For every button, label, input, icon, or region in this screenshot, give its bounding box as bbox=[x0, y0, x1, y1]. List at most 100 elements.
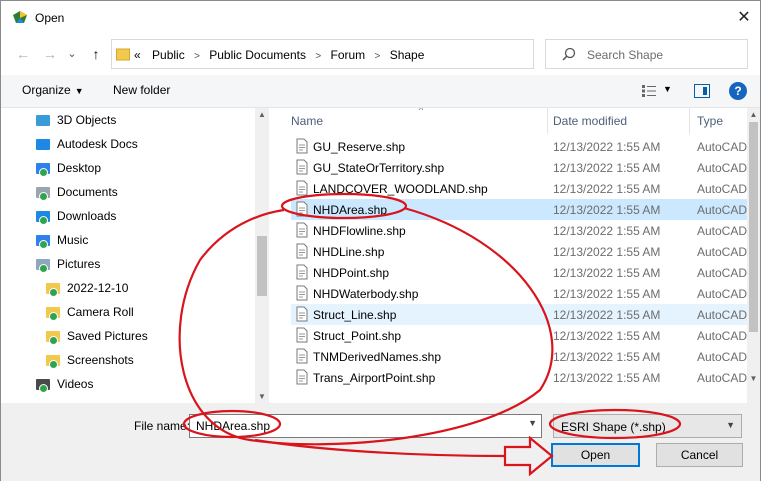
tree-item[interactable]: 2022-12-10 bbox=[1, 276, 251, 300]
tree-item[interactable]: Videos bbox=[1, 372, 251, 396]
file-row[interactable]: Trans_AirportPoint.shp 12/13/2022 1:55 AM… bbox=[291, 367, 747, 388]
view-options-icon[interactable] bbox=[641, 84, 657, 98]
open-button[interactable]: Open bbox=[551, 443, 640, 467]
breadcrumb-forum[interactable]: Forum bbox=[331, 48, 366, 62]
tree-item[interactable]: Autodesk Docs bbox=[1, 132, 251, 156]
sync-check-icon bbox=[39, 192, 48, 201]
tree-item-label: Documents bbox=[57, 185, 118, 199]
dialog-footer: File name: ▼ ESRI Shape (*.shp) ▼ Open C… bbox=[1, 403, 760, 481]
breadcrumb-shape[interactable]: Shape bbox=[390, 48, 425, 62]
file-icon bbox=[296, 159, 308, 175]
scroll-up-arrow[interactable]: ▲ bbox=[255, 110, 269, 119]
file-icon bbox=[296, 369, 308, 385]
open-dialog: Open ✕ ← → ⌄ ↑ « Public > Public Documen… bbox=[0, 0, 761, 481]
breadcrumb-overflow[interactable]: « bbox=[134, 48, 141, 62]
scroll-down-arrow[interactable]: ▼ bbox=[747, 374, 760, 383]
sync-check-icon bbox=[39, 216, 48, 225]
tree-item-label: Screenshots bbox=[67, 353, 134, 367]
tree-item-label: Camera Roll bbox=[67, 305, 134, 319]
file-type-select[interactable]: ESRI Shape (*.shp) ▼ bbox=[553, 414, 742, 438]
file-name-combobox[interactable]: ▼ bbox=[189, 414, 542, 438]
file-row[interactable]: GU_Reserve.shp 12/13/2022 1:55 AM AutoCAD bbox=[291, 136, 747, 157]
column-header-date[interactable]: Date modified bbox=[553, 108, 693, 134]
tree-item[interactable]: 3D Objects bbox=[1, 108, 251, 132]
recent-locations-button[interactable]: ⌄ bbox=[61, 43, 83, 65]
column-header-name[interactable]: ^ Name bbox=[291, 108, 553, 134]
tree-item[interactable]: Camera Roll bbox=[1, 300, 251, 324]
file-name: Trans_AirportPoint.shp bbox=[313, 371, 436, 385]
file-icon bbox=[296, 138, 308, 154]
sync-check-icon bbox=[39, 384, 48, 393]
breadcrumb-public-documents[interactable]: Public Documents bbox=[209, 48, 306, 62]
breadcrumb-public[interactable]: Public bbox=[152, 48, 185, 62]
chevron-down-icon: ▼ bbox=[74, 86, 84, 96]
music-icon bbox=[35, 232, 51, 249]
address-bar[interactable]: « Public > Public Documents > Forum > Sh… bbox=[111, 39, 629, 69]
sync-check-icon bbox=[39, 240, 48, 249]
file-row[interactable]: NHDFlowline.shp 12/13/2022 1:55 AM AutoCAD bbox=[291, 220, 747, 241]
up-button[interactable]: ↑ bbox=[85, 43, 107, 65]
column-header-type[interactable]: Type bbox=[697, 108, 747, 134]
folder-icon bbox=[45, 328, 61, 345]
close-icon[interactable]: ✕ bbox=[731, 5, 757, 31]
file-row[interactable]: TNMDerivedNames.shp 12/13/2022 1:55 AM Aut… bbox=[291, 346, 747, 367]
file-row[interactable]: NHDArea.shp 12/13/2022 1:55 AM AutoCAD bbox=[291, 199, 747, 220]
file-icon bbox=[296, 348, 308, 364]
column-divider[interactable] bbox=[689, 108, 690, 134]
videos-icon bbox=[35, 376, 51, 393]
column-divider[interactable] bbox=[547, 108, 548, 134]
file-row[interactable]: GU_StateOrTerritory.shp 12/13/2022 1:55 A… bbox=[291, 157, 747, 178]
chevron-down-icon[interactable]: ▼ bbox=[528, 418, 537, 428]
search-icon bbox=[562, 47, 576, 61]
tree-item[interactable]: Downloads bbox=[1, 204, 251, 228]
organize-button[interactable]: Organize ▼ bbox=[22, 83, 84, 97]
help-icon[interactable]: ? bbox=[729, 82, 747, 100]
file-row[interactable]: Struct_Line.shp 12/13/2022 1:55 AM AutoCAD bbox=[291, 304, 747, 325]
tree-item[interactable]: Saved Pictures bbox=[1, 324, 251, 348]
file-row[interactable]: NHDLine.shp 12/13/2022 1:55 AM AutoCAD bbox=[291, 241, 747, 262]
back-button[interactable]: ← bbox=[12, 43, 34, 65]
file-name: TNMDerivedNames.shp bbox=[313, 350, 442, 364]
file-type: AutoCAD bbox=[697, 308, 747, 322]
sync-check-icon bbox=[49, 312, 58, 321]
scroll-thumb[interactable] bbox=[749, 122, 758, 332]
file-type: AutoCAD bbox=[697, 245, 747, 259]
file-row[interactable]: Struct_Point.shp 12/13/2022 1:55 AM AutoCA… bbox=[291, 325, 747, 346]
file-row[interactable]: NHDWaterbody.shp 12/13/2022 1:55 AM AutoCA… bbox=[291, 283, 747, 304]
file-name: GU_StateOrTerritory.shp bbox=[313, 161, 445, 175]
forward-button[interactable]: → bbox=[39, 43, 61, 65]
cancel-button[interactable]: Cancel bbox=[656, 443, 743, 467]
file-type: AutoCAD bbox=[697, 224, 747, 238]
tree-item-label: 3D Objects bbox=[57, 113, 117, 127]
file-row[interactable]: LANDCOVER_WOODLAND.shp 12/13/2022 1:55 AM… bbox=[291, 178, 747, 199]
scroll-thumb[interactable] bbox=[257, 236, 267, 296]
command-bar: Organize ▼ New folder ▼ ? bbox=[1, 75, 760, 107]
file-row[interactable]: NHDPoint.shp 12/13/2022 1:55 AM AutoCAD bbox=[291, 262, 747, 283]
file-type: AutoCAD bbox=[697, 371, 747, 385]
breadcrumb: « Public > Public Documents > Forum > Sh… bbox=[134, 48, 424, 62]
pane-splitter[interactable] bbox=[269, 108, 283, 404]
file-name-field[interactable] bbox=[196, 419, 516, 433]
file-type: AutoCAD bbox=[697, 350, 747, 364]
file-name-label: File name: bbox=[134, 419, 191, 433]
tree-item[interactable]: Screenshots bbox=[1, 348, 251, 372]
file-date: 12/13/2022 1:55 AM bbox=[553, 182, 661, 196]
tree-item[interactable]: Desktop bbox=[1, 156, 251, 180]
search-input[interactable]: Search Shape bbox=[587, 48, 663, 62]
scroll-up-arrow[interactable]: ▲ bbox=[747, 110, 760, 119]
tree-item[interactable]: Pictures bbox=[1, 252, 251, 276]
tree-item[interactable]: Music bbox=[1, 228, 251, 252]
new-folder-button[interactable]: New folder bbox=[113, 83, 170, 97]
search-box[interactable]: Search Shape bbox=[545, 39, 748, 69]
preview-pane-icon[interactable] bbox=[694, 84, 710, 98]
file-type: AutoCAD bbox=[697, 329, 747, 343]
file-name: NHDLine.shp bbox=[313, 245, 385, 259]
tree-item[interactable]: Documents bbox=[1, 180, 251, 204]
file-list: ^ Name Date modified Type GU_Reserve.shp… bbox=[283, 108, 747, 404]
chevron-down-icon[interactable]: ▼ bbox=[663, 84, 672, 94]
navigation-scrollbar[interactable]: ▲ ▼ bbox=[255, 108, 269, 404]
file-list-scrollbar[interactable]: ▲ ▼ bbox=[747, 108, 760, 404]
scroll-down-arrow[interactable]: ▼ bbox=[255, 392, 269, 401]
tree-item-label: 2022-12-10 bbox=[67, 281, 129, 295]
file-icon bbox=[296, 201, 308, 217]
